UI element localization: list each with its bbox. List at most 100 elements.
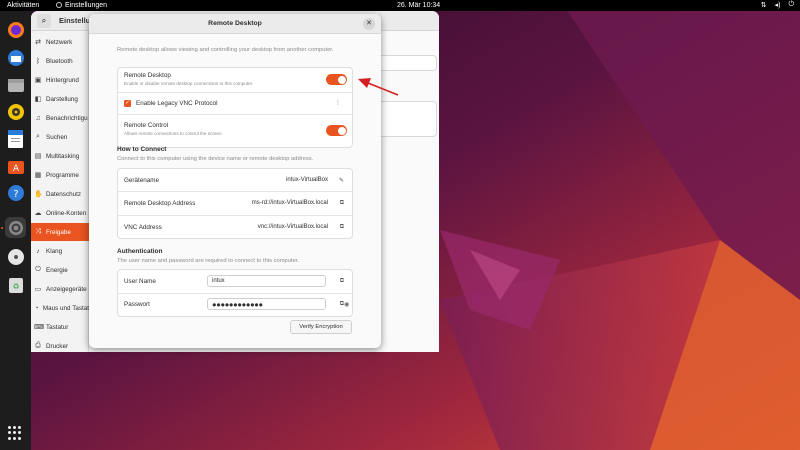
- authentication-heading: Authentication: [117, 248, 163, 255]
- rdp-address-label: Remote Desktop Address: [124, 200, 196, 207]
- remote-desktop-sublabel: Enable or disable remote desktop connect…: [124, 81, 254, 86]
- edit-icon[interactable]: ✎: [339, 177, 344, 184]
- password-row: Passwort ●●●●●●●●●●●● ◉ ⧉: [118, 294, 352, 317]
- how-to-connect-description: Connect to this computer using the devic…: [117, 156, 314, 162]
- system-tray[interactable]: ⇅ ◂) ⏻: [761, 1, 794, 9]
- vnc-address-label: VNC Address: [124, 224, 162, 231]
- remote-desktop-row: Remote Desktop Enable or disable remote …: [118, 68, 352, 93]
- sidebar-item-suchen[interactable]: ⌕ Suchen: [31, 128, 89, 146]
- device-name-label: Gerätename: [124, 177, 160, 184]
- authentication-card: User Name intux ⧉ Passwort ●●●●●●●●●●●● …: [117, 269, 353, 317]
- share-icon: ⤨: [35, 228, 41, 235]
- search-icon[interactable]: ⌕: [37, 14, 51, 28]
- legacy-vnc-checkbox[interactable]: ✓: [124, 100, 131, 107]
- show-apps-icon[interactable]: [8, 426, 22, 440]
- username-label: User Name: [124, 278, 156, 285]
- dock: A ? ♻: [0, 11, 31, 450]
- top-bar: Aktivitäten Einstellungen 26. Mär 10:34 …: [0, 0, 800, 11]
- background-icon: ▣: [34, 77, 42, 84]
- sidebar-item-programme[interactable]: ▦ Programme: [31, 166, 89, 184]
- sidebar-item-netzwerk[interactable]: ⇄ Netzwerk: [31, 33, 89, 51]
- mouse-icon: ◔: [34, 304, 39, 312]
- device-name-row: Gerätename intux-VirtualBox ✎: [118, 169, 352, 192]
- sidebar-item-datenschutz[interactable]: ✋ Datenschutz: [31, 185, 89, 203]
- activities-button[interactable]: Aktivitäten: [7, 2, 39, 9]
- vnc-address-value: vnc://intux-VirtualBox.local: [257, 224, 328, 230]
- printer-icon: ⎙: [35, 342, 41, 349]
- connection-info-card: Gerätename intux-VirtualBox ✎ Remote Des…: [117, 168, 353, 239]
- sidebar-item-benachrichtigungen[interactable]: ♫ Benachrichtigu: [31, 109, 89, 127]
- dvd-icon[interactable]: [5, 246, 26, 267]
- close-icon: ✕: [366, 20, 372, 27]
- bluetooth-icon: ᛒ: [35, 57, 41, 65]
- device-name-value: intux-VirtualBox: [286, 177, 328, 183]
- copy-icon[interactable]: ⧉: [340, 301, 344, 308]
- sidebar-item-energie[interactable]: ⏻ Energie: [31, 261, 89, 279]
- volume-icon: ◂): [774, 2, 781, 9]
- sidebar-item-maus-und-tastatur[interactable]: ◔ Maus und Tastat: [31, 299, 89, 317]
- clock[interactable]: 26. Mär 10:34: [397, 2, 440, 9]
- toggle-knob: [337, 126, 346, 135]
- copy-icon[interactable]: ⧉: [340, 200, 344, 207]
- sidebar-item-tastatur[interactable]: ⌨ Tastatur: [31, 318, 89, 336]
- sidebar-item-anzeigegeraete[interactable]: ▭ Anzeigegeräte: [31, 280, 89, 298]
- username-row: User Name intux ⧉: [118, 270, 352, 294]
- cloud-icon: ☁: [34, 210, 42, 217]
- app-menu-label: Einstellungen: [65, 1, 108, 9]
- sidebar-item-bluetooth[interactable]: ᛒ Bluetooth: [31, 52, 89, 70]
- network-icon: ⇄: [35, 39, 41, 46]
- help-icon[interactable]: ?: [5, 182, 26, 203]
- apps-icon: ▦: [34, 172, 42, 179]
- privacy-icon: ✋: [34, 191, 43, 198]
- toggle-knob: [337, 75, 346, 84]
- legacy-vnc-label: Enable Legacy VNC Protocol: [136, 100, 218, 107]
- remote-control-row: Remote Control Allows remote connections…: [118, 115, 352, 148]
- rdp-address-value: ms-rd://intux-VirtualBox.local: [251, 200, 328, 206]
- close-button[interactable]: ✕: [363, 18, 375, 30]
- sidebar-item-drucker[interactable]: ⎙ Drucker: [31, 337, 89, 352]
- sidebar-item-online-konten[interactable]: ☁ Online-Konten: [31, 204, 89, 222]
- sidebar-item-klang[interactable]: ♪ Klang: [31, 242, 89, 260]
- show-password-icon[interactable]: ◉: [344, 301, 349, 308]
- svg-text:A: A: [12, 164, 19, 174]
- authentication-description: The user name and password are required …: [117, 258, 300, 264]
- remote-control-label: Remote Control: [124, 122, 169, 129]
- thunderbird-icon[interactable]: [5, 47, 26, 68]
- bell-icon: ♫: [35, 114, 41, 122]
- more-options-icon[interactable]: ⋮: [335, 99, 341, 106]
- remote-desktop-dialog: Remote Desktop ✕ Remote desktop allows v…: [89, 14, 381, 348]
- writer-icon[interactable]: [5, 128, 26, 149]
- sidebar-item-freigabe[interactable]: ⤨ Freigabe: [31, 223, 89, 241]
- remote-desktop-label: Remote Desktop: [124, 72, 171, 79]
- sidebar-item-hintergrund[interactable]: ▣ Hintergrund: [31, 71, 89, 89]
- copy-icon[interactable]: ⧉: [340, 278, 344, 285]
- legacy-vnc-row: ✓ Enable Legacy VNC Protocol ⋮: [118, 93, 352, 115]
- app-menu[interactable]: Einstellungen: [56, 2, 107, 9]
- dialog-description: Remote desktop allows viewing and contro…: [117, 47, 334, 53]
- remote-desktop-toggle[interactable]: [326, 74, 347, 85]
- vnc-address-row: VNC Address vnc://intux-VirtualBox.local…: [118, 216, 352, 239]
- password-input[interactable]: ●●●●●●●●●●●●: [207, 298, 326, 310]
- files-icon[interactable]: [5, 74, 26, 95]
- remote-desktop-options-card: Remote Desktop Enable or disable remote …: [117, 67, 353, 148]
- how-to-connect-heading: How to Connect: [117, 146, 167, 153]
- settings-sidebar: ⇄ Netzwerk ᛒ Bluetooth ▣ Hintergrund ◧ Darst…: [31, 31, 89, 352]
- firefox-icon[interactable]: [5, 19, 26, 40]
- sound-icon: ♪: [36, 247, 40, 255]
- sidebar-item-multitasking[interactable]: ▤ Multitasking: [31, 147, 89, 165]
- sidebar-item-darstellung[interactable]: ◧ Darstellung: [31, 90, 89, 108]
- svg-text:♻: ♻: [12, 282, 19, 291]
- rhythmbox-icon[interactable]: [5, 101, 26, 122]
- verify-encryption-button[interactable]: Verify Encryption: [290, 320, 352, 334]
- dialog-title: Remote Desktop: [208, 20, 262, 27]
- settings-icon[interactable]: [5, 217, 26, 238]
- copy-icon[interactable]: ⧉: [340, 224, 344, 231]
- network-icon: ⇅: [760, 2, 767, 9]
- dialog-headerbar: Remote Desktop ✕: [89, 14, 381, 34]
- remote-control-sublabel: Allows remote connections to control the…: [124, 131, 223, 136]
- app-center-icon[interactable]: A: [5, 155, 26, 176]
- trash-icon[interactable]: ♻: [5, 274, 26, 295]
- remote-control-toggle[interactable]: [326, 125, 347, 136]
- rdp-address-row: Remote Desktop Address ms-rd://intux-Vir…: [118, 192, 352, 216]
- username-input[interactable]: intux: [207, 275, 326, 287]
